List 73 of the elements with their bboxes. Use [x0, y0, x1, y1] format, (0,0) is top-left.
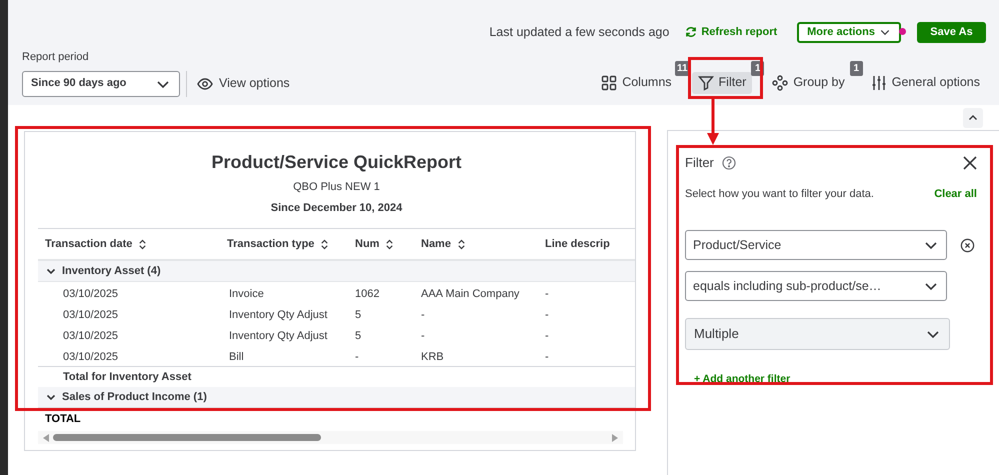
column-header[interactable]: Transaction date [45, 236, 132, 252]
chevron-down-icon [46, 392, 56, 402]
table-cell: - [421, 330, 425, 342]
clear-all-link[interactable]: Clear all [934, 186, 977, 202]
collapse-button[interactable] [963, 108, 983, 128]
table-cell: 5 [355, 330, 362, 342]
more-actions-button[interactable]: More actions [797, 22, 901, 42]
sliders-icon [870, 74, 887, 90]
table-cell: AAA Main Company [421, 288, 520, 300]
table-cell: - [545, 288, 549, 300]
filter-dropdown[interactable]: equals including sub-product/se… [685, 271, 947, 301]
help-icon[interactable] [722, 156, 736, 170]
table-cell: Inventory Qty Adjust [229, 330, 328, 342]
report-period-label: Report period [22, 50, 90, 65]
column-header[interactable]: Name [421, 236, 451, 252]
column-header[interactable]: Num [355, 236, 380, 252]
grid-icon [601, 74, 618, 90]
group-name: Sales of Product Income (1) [62, 390, 207, 405]
group-icon [772, 74, 788, 90]
group-row[interactable]: Sales of Product Income (1) [38, 387, 635, 408]
table-cell: 03/10/2025 [63, 330, 118, 342]
sort-icon [138, 238, 148, 250]
column-header[interactable]: Line descrip [545, 236, 610, 252]
scrollbar-thumb[interactable] [53, 434, 321, 441]
sort-icon [385, 238, 394, 250]
report-period-dropdown[interactable]: Since 90 days ago [22, 70, 180, 96]
group-row[interactable]: Inventory Asset (4) [38, 261, 635, 282]
table-cell: Bill [229, 350, 244, 362]
table-cell: - [545, 350, 549, 362]
group-total-label: Total for Inventory Asset [63, 370, 192, 385]
filter-dropdown[interactable]: Multiple [685, 318, 950, 350]
pointer-arrow [707, 99, 719, 145]
horizontal-scrollbar[interactable] [38, 431, 623, 444]
add-filter-link[interactable]: + Add another filter [694, 372, 790, 388]
view-options-button[interactable]: View options [193, 70, 294, 96]
table-cell: Invoice [229, 288, 264, 300]
table-cell: - [545, 308, 549, 320]
toolbar-tab[interactable]: General options [864, 72, 986, 94]
table-cell: 03/10/2025 [63, 350, 118, 362]
grand-total-label: TOTAL [44, 412, 82, 426]
group-name: Inventory Asset (4) [62, 264, 161, 279]
table-cell: 03/10/2025 [63, 288, 118, 300]
filter-dropdown[interactable]: Product/Service [685, 230, 947, 260]
refresh-report-link[interactable]: Refresh report [685, 24, 778, 40]
table-cell: 1062 [355, 288, 380, 300]
table-cell: - [355, 350, 359, 362]
sort-icon [456, 238, 466, 250]
remove-circle-icon[interactable] [960, 238, 975, 252]
table-cell: - [421, 308, 425, 320]
company-name: QBO Plus NEW 1 [292, 180, 381, 195]
close-icon[interactable] [963, 156, 977, 170]
report-title: Product/Service QuickReport [210, 151, 463, 174]
sort-icon [320, 238, 330, 250]
report-date-range: Since December 10, 2024 [270, 200, 404, 216]
filter-description: Select how you want to filter your data. [685, 186, 874, 202]
refresh-icon [685, 26, 698, 38]
chevron-down-icon [46, 266, 56, 276]
table-cell: KRB [421, 350, 444, 362]
filter-panel-title: Filter [685, 154, 714, 172]
save-as-button[interactable]: Save As [917, 22, 986, 42]
count-badge: 1 [850, 60, 863, 76]
column-header[interactable]: Transaction type [227, 236, 314, 252]
toolbar-tab[interactable]: Filter [692, 72, 752, 94]
table-cell: Inventory Qty Adjust [229, 308, 328, 320]
chevron-up-icon [968, 112, 978, 122]
table-cell: 5 [355, 308, 362, 320]
count-badge: 11 [674, 60, 690, 76]
filter-icon [698, 74, 714, 90]
table-cell: - [545, 330, 549, 342]
eye-icon [197, 76, 213, 92]
toolbar-tab[interactable]: Group by [766, 72, 851, 94]
table-cell: 03/10/2025 [63, 308, 118, 320]
last-updated-text: Last updated a few seconds ago [489, 24, 670, 41]
